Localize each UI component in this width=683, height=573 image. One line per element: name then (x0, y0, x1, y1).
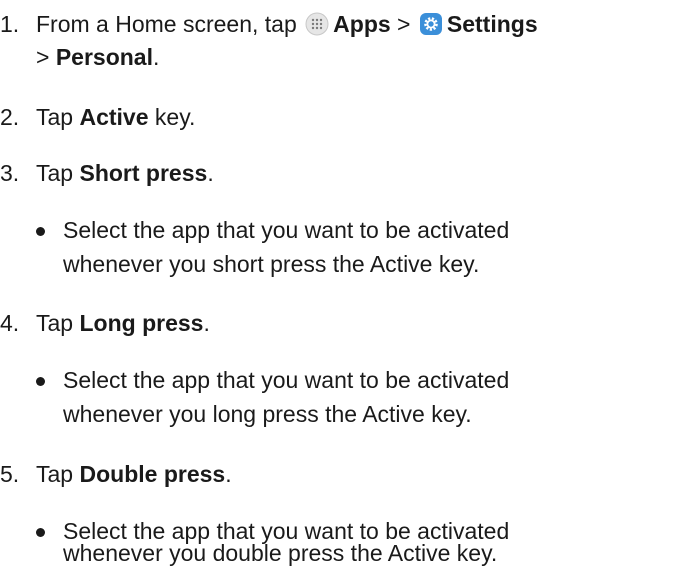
settings-gear-icon (419, 12, 443, 36)
bullet-icon (36, 528, 45, 537)
step-1: 1. From a Home screen, tap Apps > Setting… (0, 8, 538, 41)
apps-label: Apps (333, 11, 391, 37)
step-bold: Short press (79, 160, 208, 186)
step-number: 3. (0, 160, 20, 186)
period: . (152, 44, 160, 70)
step-4: 4. Tap Long press. (0, 307, 210, 340)
step-3: 3. Tap Short press. (0, 157, 214, 190)
step-number: 5. (0, 461, 20, 487)
step-number: 4. (0, 310, 20, 336)
step-text: Tap (36, 104, 74, 130)
step-text: Tap (36, 310, 74, 336)
settings-label: Settings (446, 11, 538, 37)
step-bold: Long press (79, 310, 204, 336)
step-number: 1. (0, 11, 20, 37)
bullet-text: whenever you double press the Active key… (63, 540, 498, 566)
bullet-icon (36, 377, 45, 386)
instructions-page: 1. From a Home screen, tap Apps > Setting… (0, 0, 683, 573)
step-bold: Double press (79, 461, 226, 487)
step-text: From a Home screen, tap (36, 11, 297, 37)
step-2: 2. Tap Active key. (0, 101, 195, 134)
step-5: 5. Tap Double press. (0, 458, 232, 491)
bullet-icon (36, 227, 45, 236)
step-text: Tap (36, 461, 74, 487)
step-1-continuation: > Personal. (36, 41, 159, 74)
step-text: Tap (36, 160, 74, 186)
bullet-text: whenever you long press the Active key. (63, 401, 472, 427)
step-suffix: . (203, 310, 210, 336)
step-suffix: key. (154, 104, 196, 130)
bullet-text: whenever you short press the Active key. (63, 251, 480, 277)
apps-grid-icon (305, 12, 329, 36)
bullet-text: Select the app that you want to be activ… (63, 217, 510, 243)
separator: > (397, 11, 411, 37)
step-suffix: . (207, 160, 214, 186)
step-suffix: . (225, 461, 232, 487)
bullet-text: Select the app that you want to be activ… (63, 367, 510, 393)
separator: > (36, 44, 50, 70)
personal-label: Personal (55, 44, 153, 70)
step-number: 2. (0, 104, 20, 130)
step-bold: Active (79, 104, 149, 130)
